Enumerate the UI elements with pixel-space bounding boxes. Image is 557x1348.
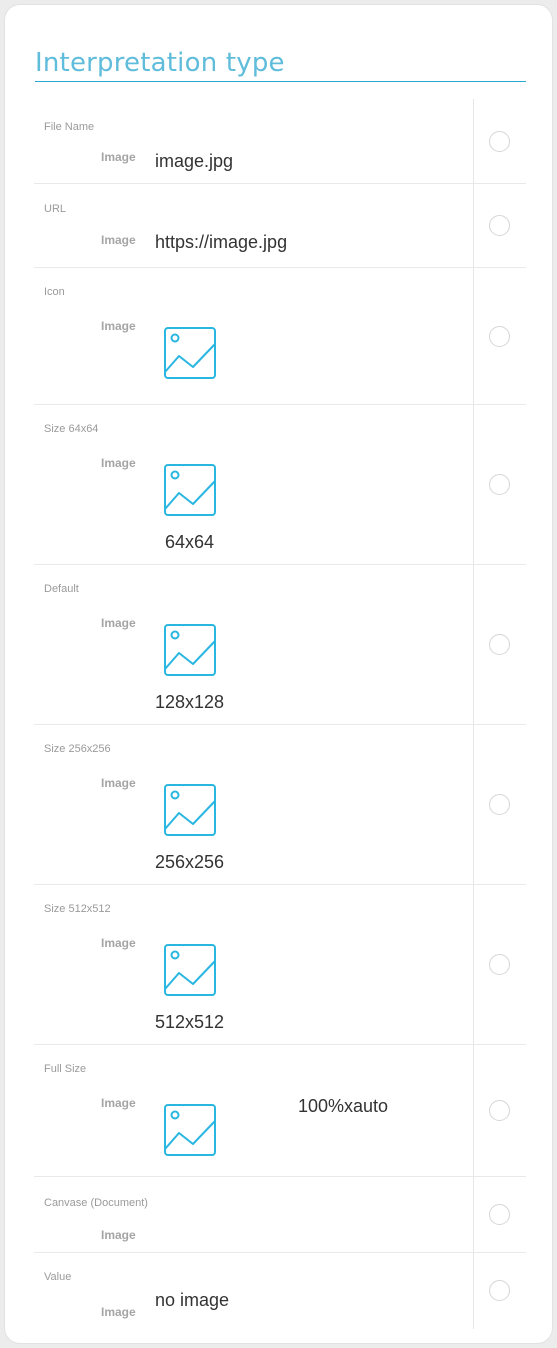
option-label: Default [44,583,79,595]
image-field-label: Image [101,1305,136,1319]
image-field-label: Image [101,936,136,950]
image-field-label: Image [101,1228,136,1242]
option-label: URL [44,203,67,215]
option-value: 512x512 [155,1012,225,1032]
image-placeholder-icon [163,783,217,837]
option-label: Full Size [44,1063,87,1075]
option-label: File Name [44,121,95,133]
image-field-label: Image [101,616,136,630]
option-radio-button[interactable] [489,794,510,815]
option-radio-button[interactable] [489,1280,510,1301]
image-field-label: Image [101,150,136,164]
image-field-label: Image [101,233,136,247]
option-value: https://image.jpg [155,232,288,252]
option-value: 256x256 [155,852,225,872]
option-label: Size 512x512 [44,903,111,915]
image-placeholder-icon [163,943,217,997]
option-row[interactable]: Size 256x256 Image 256x256 [34,725,526,885]
option-radio-button[interactable] [489,1204,510,1225]
option-radio-button[interactable] [489,954,510,975]
option-row[interactable]: Size 512x512 Image 512x512 [34,885,526,1045]
option-radio-button[interactable] [489,1100,510,1121]
image-field-label: Image [101,1096,136,1110]
image-placeholder-icon [163,623,217,677]
image-field-label: Image [101,456,136,470]
option-label: Size 256x256 [44,743,111,755]
option-label: Icon [44,286,65,298]
option-label: Size 64x64 [44,423,99,435]
option-radio-button[interactable] [489,326,510,347]
image-field-label: Image [101,319,136,333]
option-radio-button[interactable] [489,474,510,495]
image-placeholder-icon [163,326,217,380]
option-label: Value [44,1271,72,1283]
option-value: 128x128 [155,692,225,712]
option-row[interactable]: Value Image no image [34,1253,526,1329]
image-placeholder-icon [163,1103,217,1157]
option-row[interactable]: Size 64x64 Image 64x64 [34,405,526,565]
option-radio-button[interactable] [489,634,510,655]
option-row[interactable]: Full Size Image 100%xauto [34,1045,526,1177]
option-value: image.jpg [155,151,234,171]
option-row[interactable]: URL Image https://image.jpg [34,184,526,268]
option-radio-button[interactable] [489,215,510,236]
panel-title: Interpretation type [35,45,526,82]
option-value: 100%xauto [298,1096,389,1116]
option-label: Canvase (Document) [44,1197,148,1209]
option-row[interactable]: File Name Image image.jpg [34,99,526,184]
option-value: no image [155,1290,230,1310]
option-row[interactable]: Canvase (Document) Image [34,1177,526,1253]
option-row[interactable]: Icon Image [34,268,526,405]
option-radio-button[interactable] [489,131,510,152]
interpretation-type-panel: Interpretation type File Name Image image.… [4,4,553,1344]
option-value: 64x64 [165,532,215,552]
image-field-label: Image [101,776,136,790]
option-row[interactable]: Default Image 128x128 [34,565,526,725]
image-placeholder-icon [163,463,217,517]
